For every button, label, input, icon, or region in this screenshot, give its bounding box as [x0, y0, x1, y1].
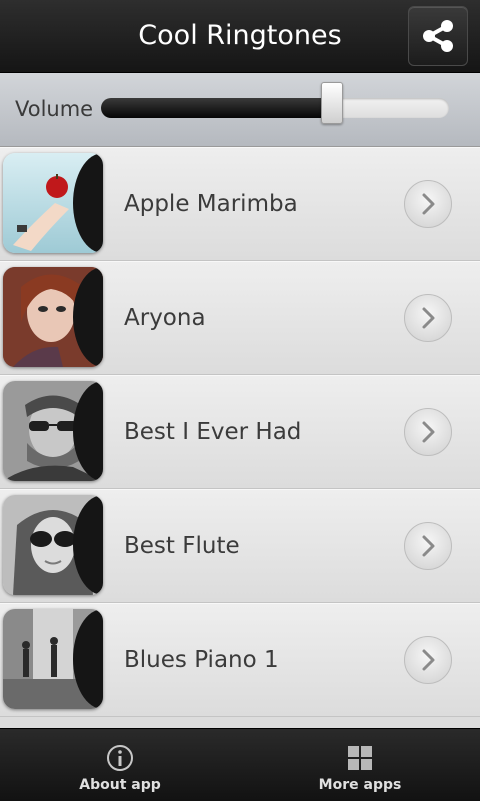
chevron-right-icon: [422, 307, 435, 329]
album-art-girl: [3, 495, 103, 595]
tab-about-app[interactable]: About app: [0, 729, 240, 801]
play-button[interactable]: [404, 180, 452, 228]
tab-more-apps[interactable]: More apps: [240, 729, 480, 801]
share-button[interactable]: [408, 6, 468, 66]
ringtone-name: Best I Ever Had: [124, 419, 302, 445]
album-art-man: [3, 381, 103, 481]
tab-more-apps-label: More apps: [318, 777, 402, 793]
ringtone-row[interactable]: Apple Marimba: [0, 147, 480, 261]
chevron-right-icon: [422, 535, 435, 557]
album-art-apple: [3, 153, 103, 253]
play-button[interactable]: [404, 408, 452, 456]
bottom-tab-bar: About app More apps: [0, 728, 480, 801]
volume-slider[interactable]: [101, 82, 449, 124]
album-art-street: [3, 609, 103, 709]
ringtone-row[interactable]: Aryona: [0, 261, 480, 375]
app-header: Cool Ringtones: [0, 0, 480, 73]
chevron-right-icon: [422, 421, 435, 443]
play-button[interactable]: [404, 522, 452, 570]
tab-about-app-label: About app: [79, 777, 161, 793]
volume-slider-fill: [101, 98, 331, 118]
volume-bar: Volume: [0, 73, 480, 147]
chevron-right-icon: [422, 193, 435, 215]
play-button[interactable]: [404, 636, 452, 684]
ringtone-row[interactable]: Best I Ever Had: [0, 375, 480, 489]
ringtone-name: Apple Marimba: [124, 191, 298, 217]
ringtone-name: Aryona: [124, 305, 206, 331]
album-art-woman: [3, 267, 103, 367]
ringtone-row[interactable]: Blues Piano 1: [0, 603, 480, 717]
volume-label: Volume: [15, 97, 94, 121]
volume-slider-thumb[interactable]: [321, 82, 343, 124]
grid-icon: [348, 746, 372, 770]
ringtone-name: Best Flute: [124, 533, 240, 559]
ringtone-row[interactable]: Best Flute: [0, 489, 480, 603]
ringtone-name: Blues Piano 1: [124, 647, 279, 673]
info-icon: [107, 745, 133, 771]
ringtone-list: Apple Marimba Aryona Best I Ever Had Bes…: [0, 147, 480, 722]
play-button[interactable]: [404, 294, 452, 342]
chevron-right-icon: [422, 649, 435, 671]
share-icon: [423, 20, 453, 52]
